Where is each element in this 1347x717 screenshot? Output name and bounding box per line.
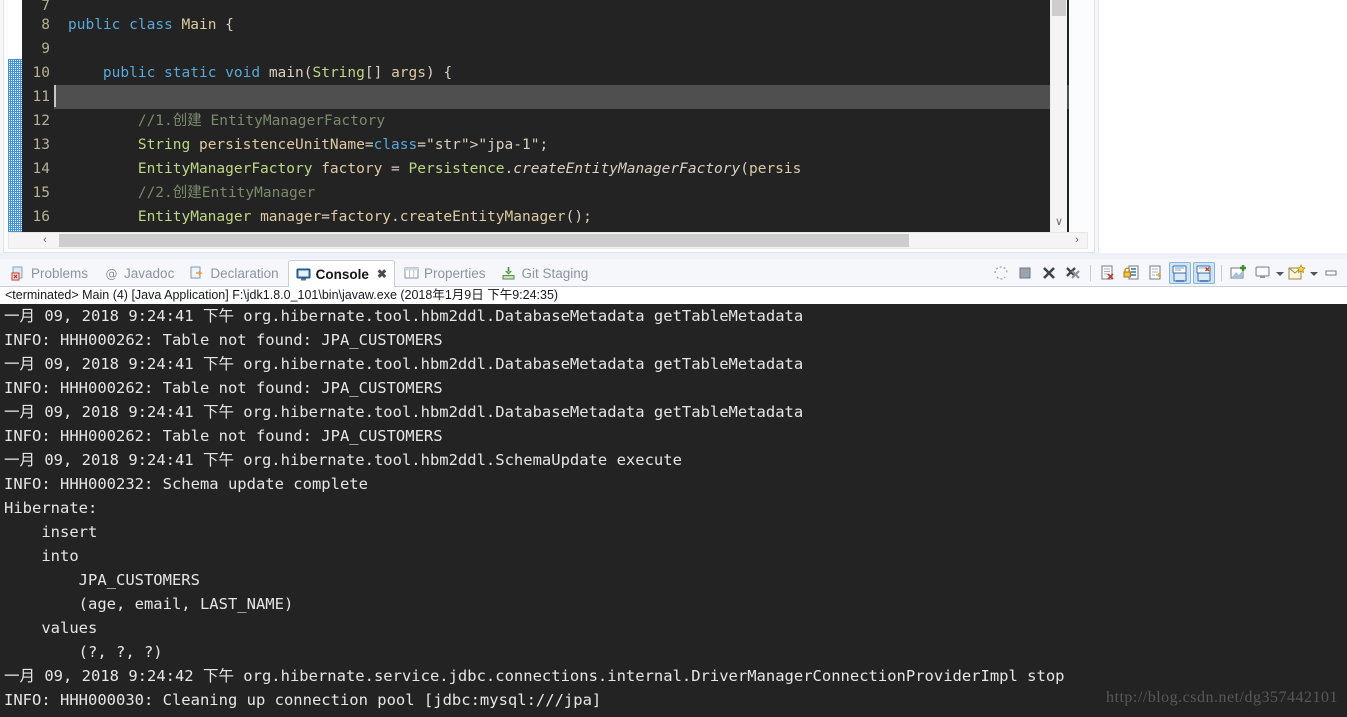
- view-menu-icon[interactable]: [1320, 262, 1342, 284]
- console-line: Hibernate:: [4, 499, 107, 517]
- console-line: 一月 09, 2018 9:24:42 下午 org.hibernate.ser…: [4, 667, 1065, 685]
- terminate-icon[interactable]: [1014, 262, 1036, 284]
- annotation-ruler[interactable]: [8, 0, 22, 234]
- remove-launch-icon[interactable]: [1038, 262, 1060, 284]
- console-view-toolbar: [989, 261, 1343, 285]
- tab-console[interactable]: Console ✖: [287, 259, 395, 288]
- console-icon: [296, 267, 311, 282]
- console-line: 一月 09, 2018 9:24:41 下午 org.hibernate.too…: [4, 307, 804, 325]
- line-number: 7: [41, 0, 50, 13]
- console-line: 一月 09, 2018 9:24:41 下午 org.hibernate.too…: [4, 403, 804, 421]
- console-line: JPA_CUSTOMERS: [4, 571, 200, 589]
- console-line: 一月 09, 2018 9:24:41 下午 org.hibernate.too…: [4, 355, 804, 373]
- scroll-down-icon[interactable]: ∨: [1051, 217, 1067, 228]
- line-number: 15: [32, 185, 50, 201]
- git-staging-icon: [501, 266, 516, 281]
- code-line[interactable]: public static void main(String[] args) {: [54, 61, 1069, 85]
- clear-console-icon[interactable]: [1097, 262, 1119, 284]
- show-console-on-output-icon[interactable]: [1169, 262, 1191, 284]
- code-line[interactable]: String persistenceUnitName=class="str">"…: [54, 133, 1069, 157]
- console-line: 一月 09, 2018 9:24:41 下午 org.hibernate.too…: [4, 451, 682, 469]
- javadoc-icon: @: [104, 266, 119, 281]
- line-number: 8: [41, 17, 50, 33]
- console-line: INFO: HHH000232: Schema update complete: [4, 475, 368, 493]
- editor-right-empty-area: [1098, 0, 1347, 253]
- console-process-header: <terminated> Main (4) [Java Application]…: [0, 287, 1347, 304]
- scroll-lock-icon[interactable]: [1121, 262, 1143, 284]
- editor-horizontal-scroll-thumb[interactable]: [59, 234, 909, 247]
- word-wrap-icon[interactable]: [1145, 262, 1167, 284]
- tab-label: Console: [315, 266, 369, 282]
- code-line[interactable]: [54, 0, 1069, 13]
- console-line: INFO: HHH000262: Table not found: JPA_CU…: [4, 331, 443, 349]
- remove-all-launches-icon[interactable]: [1062, 262, 1084, 284]
- properties-icon: [404, 266, 419, 281]
- tab-problems[interactable]: Problems: [4, 260, 95, 286]
- tab-close-icon[interactable]: ✖: [377, 267, 387, 281]
- toolbar-separator: [1221, 265, 1222, 281]
- terminate-all-icon[interactable]: [990, 262, 1012, 284]
- editor-vertical-scroll-thumb[interactable]: [1052, 0, 1066, 16]
- tab-label: Javadoc: [124, 265, 175, 281]
- svg-text:@: @: [106, 267, 118, 281]
- scroll-right-icon[interactable]: ›: [1069, 233, 1085, 248]
- source-code-area[interactable]: public class Main { public static void m…: [54, 0, 1069, 234]
- view-tab-bar: Problems @ Javadoc Declaration Console ✖ Prope…: [0, 259, 1347, 288]
- line-number: 12: [32, 113, 50, 129]
- console-line: into: [4, 547, 79, 565]
- line-number: 9: [41, 41, 50, 57]
- code-line[interactable]: [54, 37, 1069, 61]
- text-caret: [54, 85, 56, 107]
- editor-vertical-scrollbar[interactable]: ∨: [1050, 0, 1067, 234]
- line-number: 10: [32, 65, 50, 81]
- tab-declaration[interactable]: Declaration: [183, 260, 285, 286]
- changed-lines-marker: [8, 59, 22, 234]
- tab-label: Git Staging: [521, 265, 589, 281]
- code-line[interactable]: EntityManagerFactory factory = Persisten…: [54, 157, 1069, 181]
- line-number: 14: [32, 161, 50, 177]
- line-number-gutter: 7 8 9 10 11 12 13 14 15 16: [22, 0, 54, 234]
- problems-icon: [11, 266, 26, 281]
- tab-label: Properties: [423, 265, 486, 281]
- scroll-left-icon[interactable]: ‹: [37, 233, 53, 248]
- code-editor-panel: 7 8 9 10 11 12 13 14 15 16 public class Main { pu…: [0, 0, 1098, 257]
- tab-git-staging[interactable]: Git Staging: [494, 260, 595, 286]
- open-console-icon[interactable]: [1286, 262, 1308, 284]
- show-console-on-error-icon[interactable]: [1193, 262, 1215, 284]
- pin-console-icon[interactable]: [1228, 262, 1250, 284]
- line-number: 13: [32, 137, 50, 153]
- code-line[interactable]: public class Main {: [54, 13, 1069, 37]
- display-selected-console-icon[interactable]: [1252, 262, 1274, 284]
- tab-label: Declaration: [210, 265, 279, 281]
- eclipse-window: 7 8 9 10 11 12 13 14 15 16 public class Main { pu…: [0, 0, 1347, 717]
- view-tabs: Problems @ Javadoc Declaration Console ✖ Prope…: [4, 259, 597, 288]
- tab-javadoc[interactable]: @ Javadoc: [97, 260, 181, 286]
- line-number: 11: [32, 89, 50, 105]
- console-line: (age, email, LAST_NAME): [4, 595, 303, 613]
- code-editor-frame: 7 8 9 10 11 12 13 14 15 16 public class Main { pu…: [3, 0, 1095, 253]
- console-line: insert: [4, 523, 107, 541]
- console-line: (?, ?, ?): [4, 643, 163, 661]
- editor-horizontal-scrollbar[interactable]: ‹ ›: [8, 232, 1088, 249]
- toolbar-separator: [1090, 265, 1091, 281]
- console-line: INFO: HHH000262: Table not found: JPA_CU…: [4, 379, 443, 397]
- open-console-dropdown-icon[interactable]: [1309, 262, 1319, 284]
- tab-label: Problems: [31, 265, 89, 281]
- code-line[interactable]: //1.创建 EntityManagerFactory: [54, 109, 1069, 133]
- code-line[interactable]: [54, 85, 1069, 109]
- watermark-url: http://blog.csdn.net/dg357442101: [1106, 689, 1338, 706]
- code-line[interactable]: //2.创建EntityManager: [54, 181, 1069, 205]
- display-console-dropdown-icon[interactable]: [1275, 262, 1285, 284]
- line-number: 16: [32, 209, 50, 225]
- code-line[interactable]: EntityManager manager=factory.createEnti…: [54, 205, 1069, 229]
- console-line: INFO: HHH000262: Table not found: JPA_CU…: [4, 427, 443, 445]
- console-output[interactable]: 一月 09, 2018 9:24:41 下午 org.hibernate.too…: [0, 304, 1347, 717]
- declaration-icon: [190, 266, 205, 281]
- tab-properties[interactable]: Properties: [397, 260, 493, 286]
- console-line: values: [4, 619, 98, 637]
